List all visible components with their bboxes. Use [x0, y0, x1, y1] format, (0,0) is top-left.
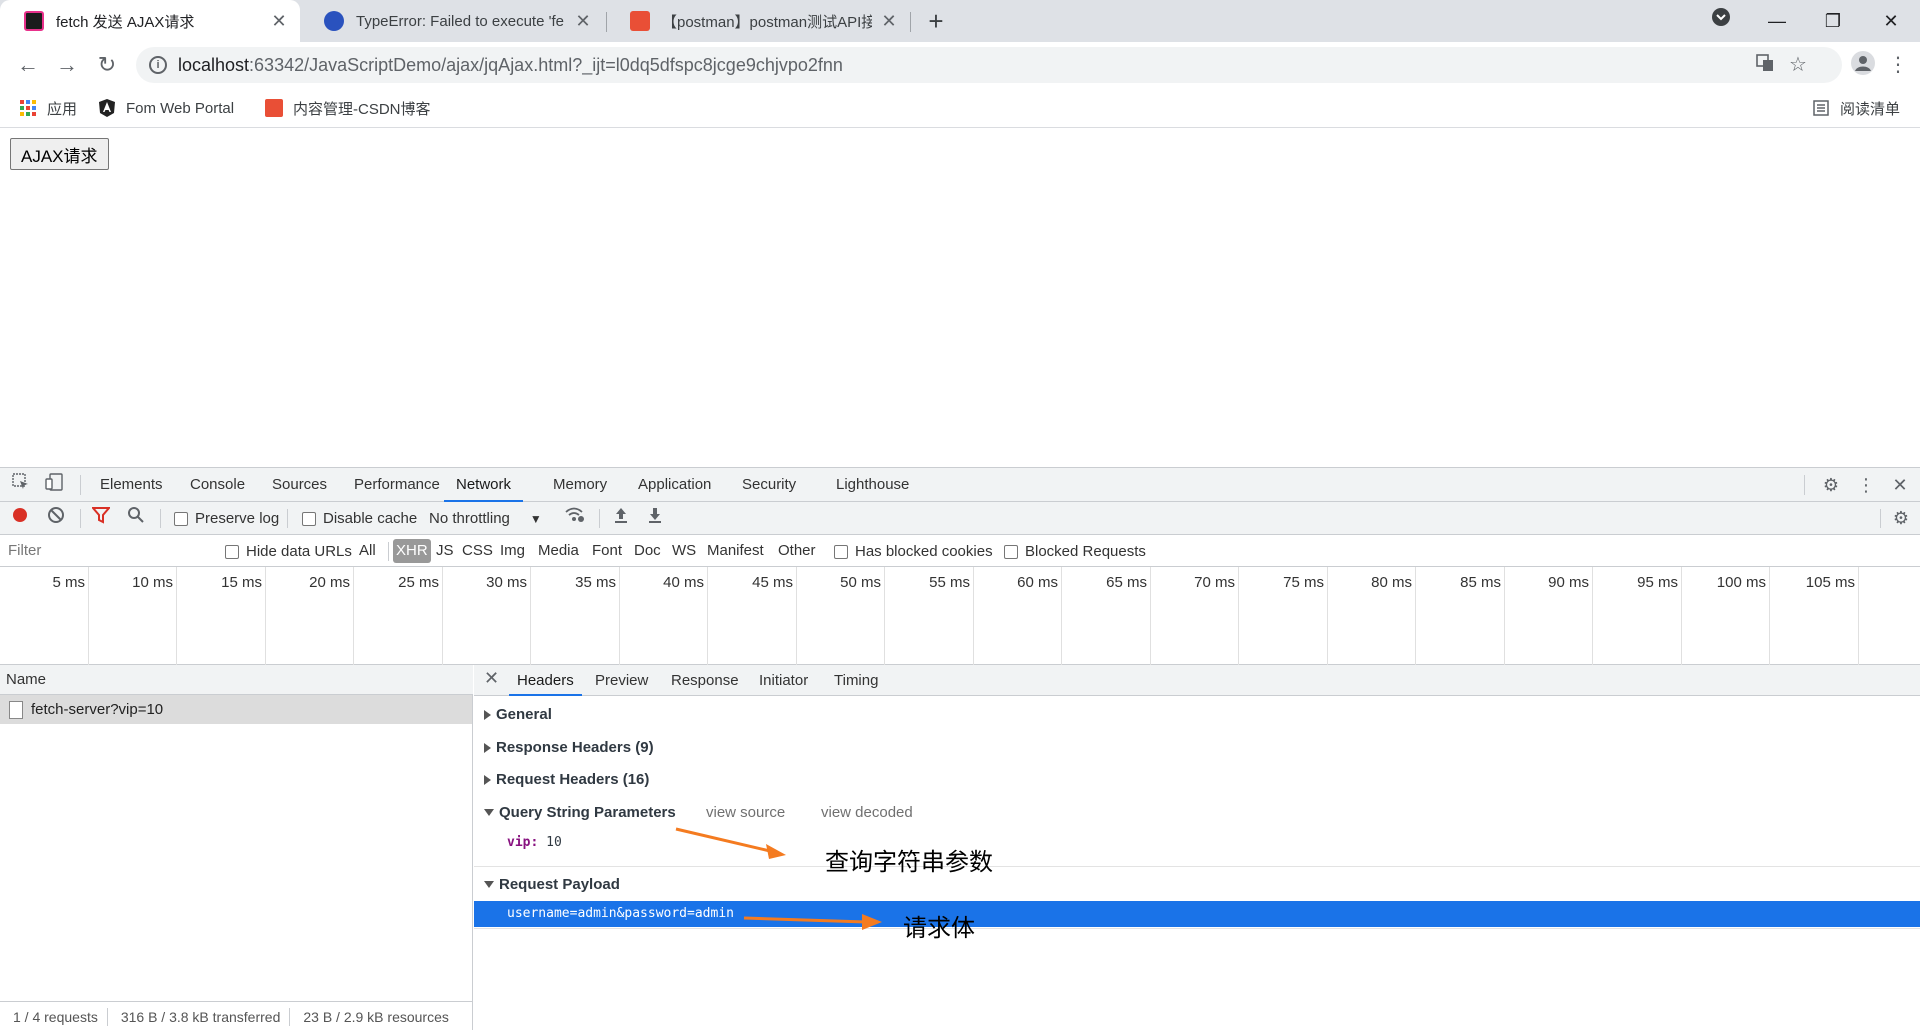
annotation-arrow-query: [675, 827, 786, 859]
annotation-payload-label: 请求体: [903, 914, 975, 942]
screen: fetch 发送 AJAX请求 ✕ TypeError: Failed to e…: [0, 0, 1920, 1030]
annotation-arrow-payload: [743, 914, 882, 930]
annotation-query-label: 查询字符串参数: [825, 848, 993, 876]
